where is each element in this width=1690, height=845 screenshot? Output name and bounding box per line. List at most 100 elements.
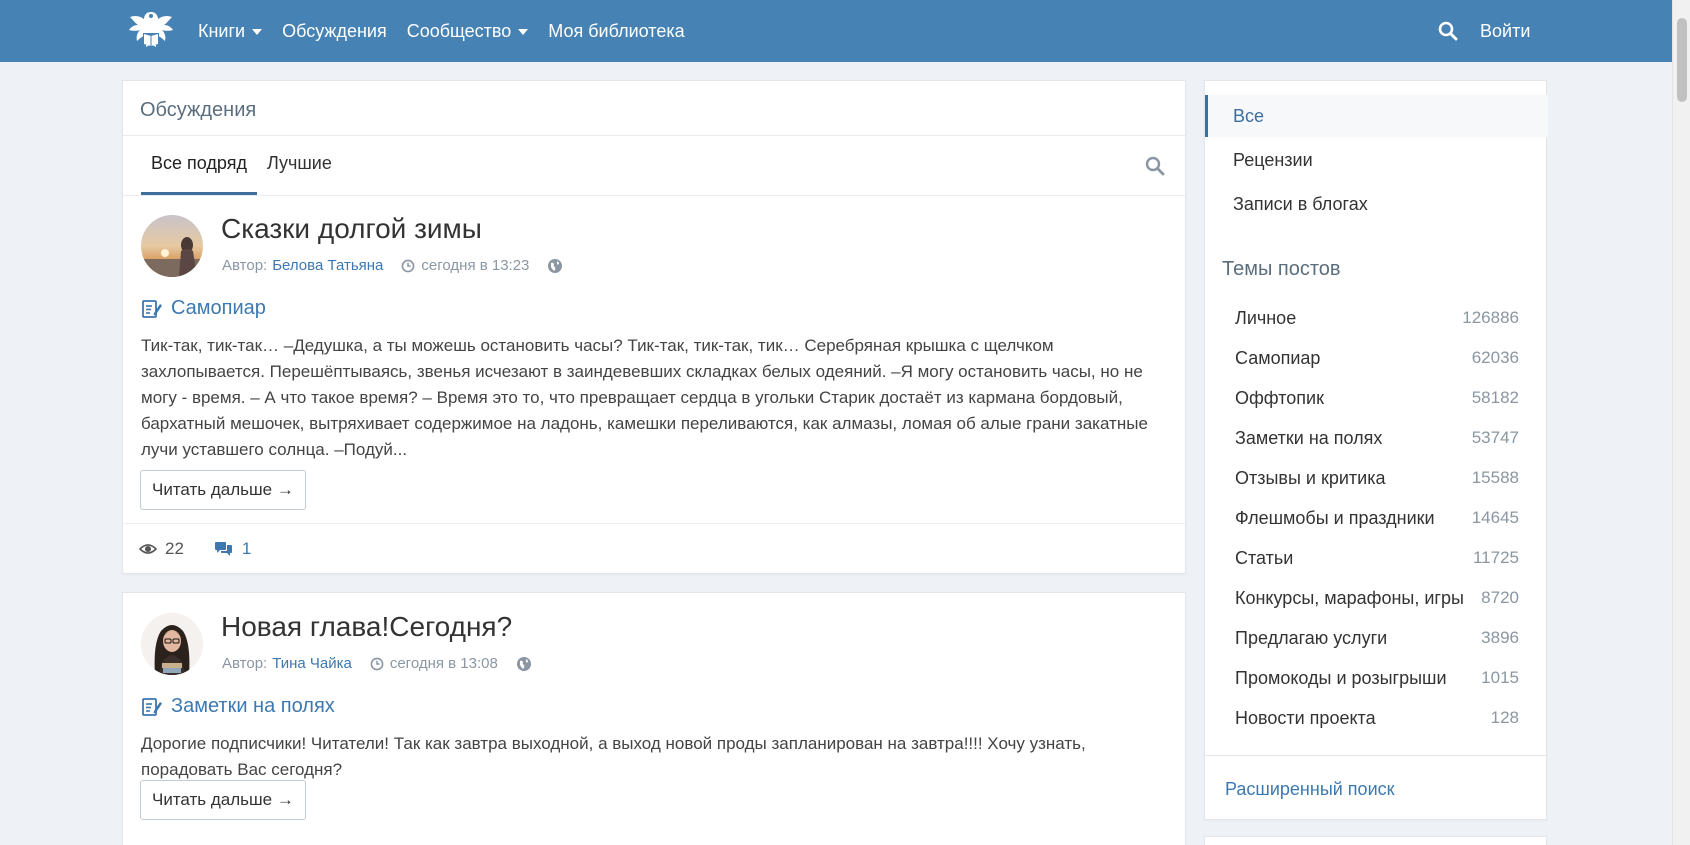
topic-count: 15588	[1471, 468, 1519, 487]
topic-item[interactable]: Статьи 11725	[1205, 538, 1548, 578]
top-navbar: Книги Обсуждения Сообщество Моя библиоте…	[0, 0, 1672, 62]
nav-community-label: Сообщество	[406, 20, 512, 41]
topic-name: Промокоды и розыгрыши	[1235, 667, 1447, 688]
topic-count: 8720	[1481, 588, 1519, 607]
search-icon[interactable]	[1438, 21, 1458, 41]
comments-icon[interactable]	[214, 541, 233, 557]
topic-item[interactable]: Конкурсы, марафоны, игры 8720	[1205, 578, 1548, 618]
clock-icon	[402, 259, 415, 272]
topic-name: Личное	[1235, 307, 1297, 328]
nav-books[interactable]: Книги	[198, 20, 263, 42]
tabs: Все подряд Лучшие	[141, 135, 342, 195]
topic-name: Заметки на полях	[1235, 427, 1383, 448]
topic-name: Флешмобы и праздники	[1235, 507, 1435, 528]
globe-icon	[516, 656, 531, 671]
topic-count: 11725	[1472, 548, 1519, 567]
post-category[interactable]: Самопиар	[141, 297, 266, 320]
globe-icon	[548, 258, 563, 273]
category-label: Заметки на полях	[171, 695, 335, 717]
nav-community[interactable]: Сообщество	[407, 21, 529, 42]
topic-count: 62036	[1471, 348, 1519, 367]
topic-count: 58182	[1471, 388, 1519, 407]
topic-count: 128	[1490, 708, 1519, 727]
sidebar-card	[1204, 836, 1547, 845]
advanced-search-link[interactable]: Расширенный поиск	[1225, 779, 1395, 800]
topic-name: Оффтопик	[1235, 387, 1324, 408]
search-icon[interactable]	[1145, 156, 1165, 176]
topic-item[interactable]: Предлагаю услуги 3896	[1205, 618, 1548, 658]
post-title[interactable]: Сказки долгой зимы	[221, 213, 482, 245]
post-time: сегодня в 13:08	[389, 655, 498, 672]
nav-my-library-label: Моя библиотека	[548, 20, 685, 41]
chevron-down-icon	[252, 29, 263, 35]
author-avatar-image	[141, 613, 203, 675]
post-meta: Автор: Белова Татьяна сегодня в 13:23	[222, 257, 563, 274]
author-prefix: Автор:	[222, 655, 268, 672]
read-more-button[interactable]: Читать дальше →	[140, 470, 306, 510]
topic-item[interactable]: Флешмобы и праздники 14645	[1205, 498, 1548, 538]
post-stats: 22 1	[139, 539, 251, 559]
comments-count[interactable]: 1	[242, 539, 251, 559]
author-prefix: Автор:	[222, 257, 268, 274]
topic-item[interactable]: Промокоды и розыгрыши 1015	[1205, 658, 1548, 698]
post-excerpt: Дорогие подписчики! Читатели! Так как за…	[141, 734, 1086, 779]
page-title: Обсуждения	[140, 99, 257, 121]
topic-name: Самопиар	[1235, 347, 1321, 368]
nav-books-label: Книги	[198, 20, 246, 41]
avatar[interactable]	[141, 613, 203, 675]
topic-name: Отзывы и критика	[1235, 467, 1386, 488]
read-more-button[interactable]: Читать дальше →	[140, 780, 306, 820]
clock-icon	[370, 657, 384, 670]
author-link[interactable]: Белова Татьяна	[272, 257, 383, 274]
nav-discussions[interactable]: Обсуждения	[282, 21, 387, 42]
post-excerpt: Тик-так, тик-так… –Дедушка, а ты можешь …	[141, 336, 1148, 459]
topic-count: 3896	[1481, 628, 1519, 647]
scrollbar[interactable]	[1672, 0, 1690, 845]
topics-heading: Темы постов	[1222, 258, 1341, 280]
divider	[1205, 755, 1548, 756]
views-count: 22	[165, 539, 184, 558]
topic-count: 1015	[1481, 668, 1519, 687]
eye-icon	[139, 544, 157, 554]
login-link[interactable]: Войти	[1480, 21, 1530, 42]
nav-my-library[interactable]: Моя библиотека	[548, 21, 684, 42]
post-category[interactable]: Заметки на полях	[141, 695, 335, 718]
post-meta: Автор: Тина Чайка сегодня в 13:08	[222, 655, 532, 672]
topic-name: Конкурсы, марафоны, игры	[1235, 587, 1464, 608]
divider	[123, 523, 1185, 524]
post-time: сегодня в 13:23	[421, 257, 530, 274]
topic-name: Предлагаю услуги	[1235, 627, 1388, 648]
topic-item[interactable]: Личное 126886	[1205, 298, 1548, 338]
edit-note-icon	[142, 697, 162, 716]
topic-count: 14645	[1471, 508, 1519, 527]
author-avatar-image	[141, 215, 203, 277]
topic-item[interactable]: Заметки на полях 53747	[1205, 418, 1548, 458]
topic-item[interactable]: Самопиар 62036	[1205, 338, 1548, 378]
topic-name: Новости проекта	[1235, 707, 1376, 728]
sidebar-item-all[interactable]: Все	[1205, 95, 1548, 137]
scrollbar-thumb[interactable]	[1677, 18, 1687, 102]
sidebar-item-blog-posts[interactable]: Записи в блогах	[1205, 183, 1548, 225]
eagle-book-logo-icon[interactable]	[126, 6, 176, 56]
topic-count: 126886	[1462, 308, 1519, 327]
topic-count: 53747	[1471, 428, 1519, 447]
tab-all[interactable]: Все подряд	[141, 135, 257, 195]
avatar[interactable]	[141, 215, 203, 277]
category-label: Самопиар	[171, 297, 266, 319]
post-card: Новая глава!Сегодня? Автор: Тина Чайка с…	[122, 592, 1186, 845]
divider	[123, 195, 1185, 196]
discussions-panel: Обсуждения Все подряд Лучшие Сказки долг…	[122, 80, 1186, 574]
nav-right: Войти	[1438, 0, 1530, 62]
topic-item[interactable]: Отзывы и критика 15588	[1205, 458, 1548, 498]
edit-note-icon	[142, 299, 162, 318]
tab-best[interactable]: Лучшие	[257, 135, 342, 195]
author-link[interactable]: Тина Чайка	[272, 655, 352, 672]
main-nav: Книги Обсуждения Сообщество Моя библиоте…	[198, 0, 705, 62]
post-title[interactable]: Новая глава!Сегодня?	[221, 611, 512, 643]
nav-discussions-label: Обсуждения	[282, 20, 387, 41]
chevron-down-icon	[518, 29, 529, 35]
topic-item[interactable]: Оффтопик 58182	[1205, 378, 1548, 418]
sidebar-item-reviews[interactable]: Рецензии	[1205, 139, 1548, 181]
topic-name: Статьи	[1235, 547, 1294, 568]
topic-item[interactable]: Новости проекта 128	[1205, 698, 1548, 738]
